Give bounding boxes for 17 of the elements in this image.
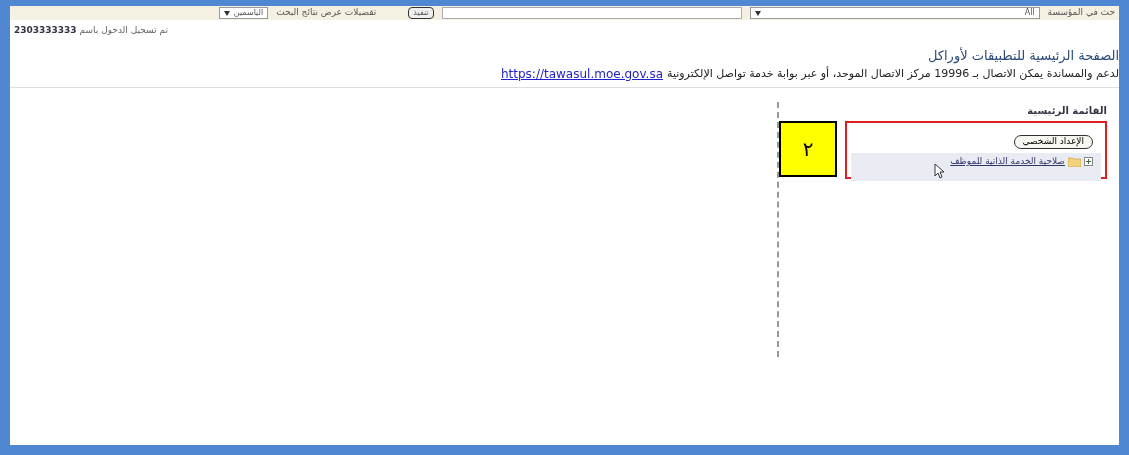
folder-icon <box>1068 156 1081 167</box>
search-field[interactable] <box>441 7 742 19</box>
expand-icon[interactable] <box>1084 157 1093 167</box>
personalize-button[interactable]: الإعداد الشخصي <box>1013 134 1093 149</box>
annotation-note: ٢ <box>779 121 838 177</box>
cursor-icon <box>934 163 947 179</box>
dropdown-icon <box>223 10 230 16</box>
preferences-label: تفضيلات عرض نتائج البحث <box>276 6 377 20</box>
scope-select[interactable]: All <box>749 7 1040 19</box>
support-link[interactable]: https://tawasul.moe.gov.sa <box>500 65 663 83</box>
support-text: لدعم والمساندة يمكن الاتصال بـ 19996 مركز الاتصال الموحد، أو عبر بوابة خدمة تواصل الإلكترونية <box>667 65 1119 82</box>
language-select[interactable]: الياسمين <box>218 7 269 19</box>
main-menu-title: القائمة الرئيسية <box>1026 104 1107 118</box>
search-scope-label: حث في المؤسسة <box>1047 6 1115 20</box>
page-title: الصفحة الرئيسية للتطبيقات لأوراكل <box>926 46 1119 65</box>
dropdown-icon <box>754 10 761 16</box>
go-button[interactable]: تنفيذ <box>408 7 434 19</box>
